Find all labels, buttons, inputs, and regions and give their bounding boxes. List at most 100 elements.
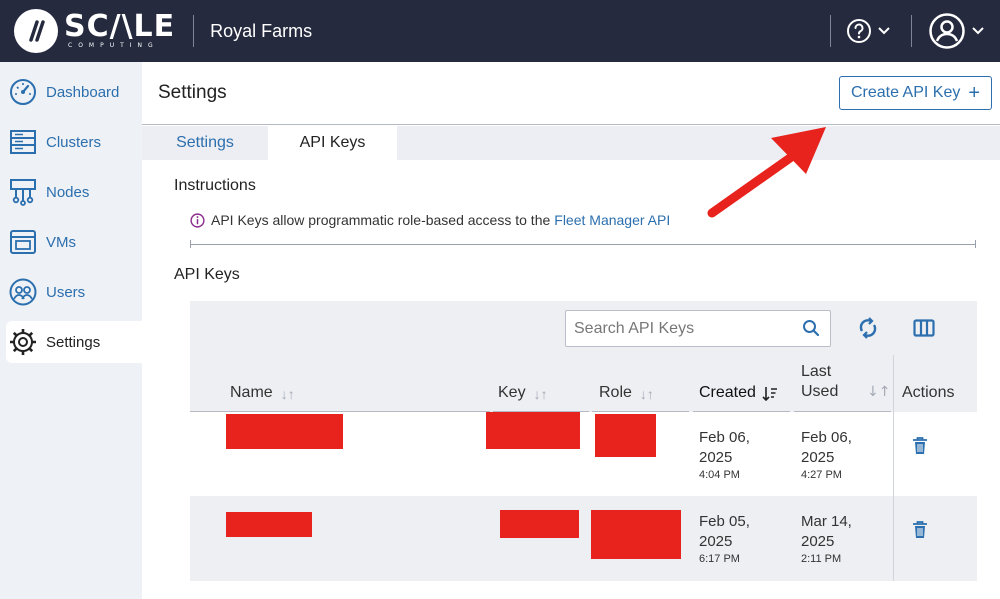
sort-icon: ↓↑ [533, 386, 548, 402]
instructions-body: API Keys allow programmatic role-based a… [211, 212, 551, 228]
table-row: Feb 06, 2025 4:04 PM Feb 06, 2025 4:27 P… [190, 412, 977, 496]
columns-icon [913, 319, 935, 337]
tab-bar: Settings API Keys [142, 126, 1000, 160]
created-cell: Feb 06, 2025 4:04 PM [699, 428, 750, 482]
fleet-manager-api-link[interactable]: Fleet Manager API [554, 212, 670, 228]
last-used-year: 2025 [801, 533, 835, 550]
refresh-icon [859, 317, 877, 339]
trash-icon [913, 521, 927, 538]
header-divider [911, 15, 912, 47]
header-divider [830, 15, 831, 47]
vms-icon [8, 227, 38, 257]
search-box [565, 310, 831, 347]
main-content: Settings Create API Key + Settings API K… [142, 62, 1000, 599]
redacted-role [595, 414, 656, 457]
created-cell: Feb 05, 2025 6:17 PM [699, 512, 750, 566]
create-api-key-label: Create API Key [850, 84, 961, 101]
organization-name: Royal Farms [210, 20, 313, 41]
sidebar-item-label: Nodes [46, 183, 90, 201]
sidebar: Dashboard Clusters Nodes VMs Users Setti… [0, 62, 142, 599]
table-row: Feb 05, 2025 6:17 PM Mar 14, 2025 2:11 P… [190, 496, 977, 580]
column-header-role[interactable]: Role ↓↑ [599, 361, 654, 412]
user-avatar-icon [929, 13, 965, 49]
page-title: Settings [158, 82, 227, 103]
delete-api-key-button[interactable] [911, 520, 929, 540]
logo-subtitle: COMPUTING [68, 42, 159, 49]
instructions-divider [190, 240, 976, 248]
sidebar-item-dashboard[interactable]: Dashboard [6, 71, 142, 113]
column-header-actions-label: Actions [902, 384, 955, 401]
api-keys-table: Name ↓↑ Key ↓↑ Role ↓↑ Created Last Used ↓↑… [190, 301, 977, 581]
actions-column-separator [893, 355, 894, 581]
created-year: 2025 [699, 533, 733, 550]
top-bar: SC/\LE COMPUTING Royal Farms [0, 0, 1000, 62]
column-header-role-label: Role [599, 384, 632, 401]
info-icon [190, 212, 205, 228]
sidebar-item-users[interactable]: Users [6, 271, 142, 313]
delete-api-key-button[interactable] [911, 436, 929, 456]
column-header-created[interactable]: Created [699, 361, 778, 412]
column-header-key-label: Key [498, 384, 526, 401]
column-header-created-label: Created [699, 384, 756, 401]
last-used-time: 2:11 PM [801, 553, 842, 565]
sidebar-item-label: Settings [46, 333, 101, 351]
sort-icon: ↓↑ [280, 386, 295, 402]
sidebar-item-settings[interactable]: Settings [6, 321, 142, 363]
sidebar-item-label: Users [46, 283, 86, 301]
last-used-date: Mar 14, [801, 513, 852, 530]
logo-word: SC/\LE [64, 9, 176, 44]
sidebar-item-nodes[interactable]: Nodes [6, 171, 142, 213]
created-time: 4:04 PM [699, 469, 740, 481]
redacted-name [226, 414, 343, 449]
nodes-icon [8, 177, 38, 207]
sidebar-item-label: Clusters [46, 133, 102, 151]
sort-icon: ↓↑ [867, 384, 891, 400]
gear-icon [8, 327, 38, 357]
header-divider [193, 15, 195, 47]
users-icon [8, 277, 38, 307]
column-header-last-used-line2: Used [801, 383, 839, 400]
created-date: Feb 06, [699, 429, 750, 446]
user-menu-button[interactable] [928, 10, 984, 52]
redacted-role [591, 510, 681, 559]
chevron-down-icon [878, 27, 890, 35]
last-used-cell: Mar 14, 2025 2:11 PM [801, 512, 852, 566]
sort-descending-icon [762, 387, 777, 402]
chevron-down-icon [972, 27, 984, 35]
sort-icon: ↓↑ [639, 386, 654, 402]
scale-computing-logo[interactable]: SC/\LE COMPUTING [14, 0, 175, 62]
search-input[interactable] [574, 319, 794, 338]
redacted-key [500, 510, 579, 538]
created-time: 6:17 PM [699, 553, 740, 565]
api-keys-heading: API Keys [174, 266, 240, 283]
sidebar-item-vms[interactable]: VMs [6, 221, 142, 263]
help-menu-button[interactable] [846, 14, 890, 48]
sidebar-item-label: VMs [46, 233, 76, 251]
last-used-year: 2025 [801, 449, 835, 466]
column-header-last-used[interactable]: Last Used [801, 361, 838, 412]
column-header-key[interactable]: Key ↓↑ [498, 361, 548, 412]
instructions-heading: Instructions [174, 177, 256, 194]
instructions-text: API Keys allow programmatic role-based a… [190, 212, 670, 228]
sidebar-item-clusters[interactable]: Clusters [6, 121, 142, 163]
column-header-name[interactable]: Name ↓↑ [230, 361, 295, 412]
search-icon[interactable] [802, 319, 820, 337]
create-api-key-button[interactable]: Create API Key + [839, 76, 992, 110]
last-used-cell: Feb 06, 2025 4:27 PM [801, 428, 852, 482]
created-year: 2025 [699, 449, 733, 466]
help-icon [847, 19, 871, 43]
dashboard-gauge-icon [8, 77, 38, 107]
last-used-date: Feb 06, [801, 429, 852, 446]
tab-api-keys[interactable]: API Keys [268, 126, 397, 160]
clusters-icon [8, 127, 38, 157]
created-date: Feb 05, [699, 513, 750, 530]
refresh-button[interactable] [855, 315, 881, 341]
tab-settings[interactable]: Settings [142, 126, 268, 160]
last-used-time: 4:27 PM [801, 469, 842, 481]
columns-button[interactable] [911, 315, 937, 341]
redacted-name [226, 512, 312, 537]
trash-icon [913, 437, 927, 454]
column-header-actions: Actions [902, 361, 954, 412]
plus-icon: + [968, 82, 981, 104]
logo-mark-icon [14, 9, 58, 53]
